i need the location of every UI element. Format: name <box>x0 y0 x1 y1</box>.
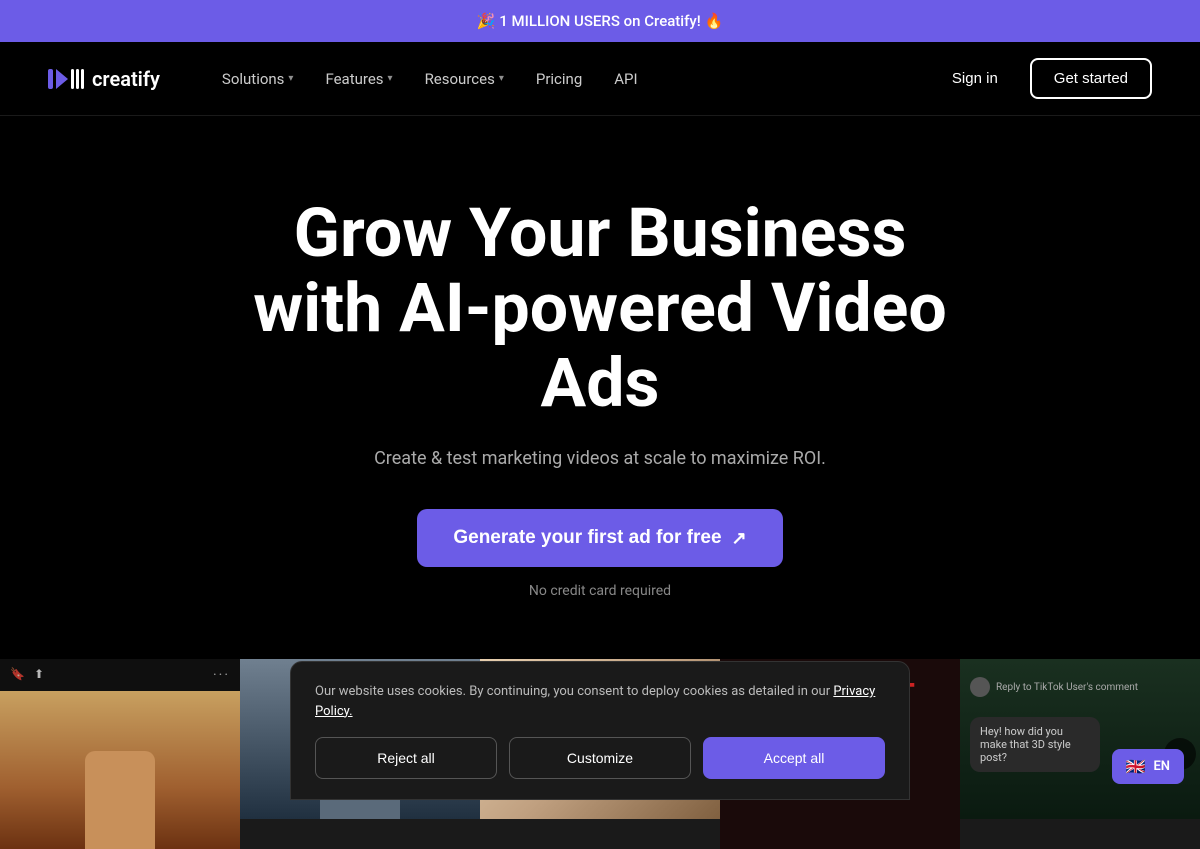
language-code: EN <box>1153 759 1170 774</box>
sign-in-button[interactable]: Sign in <box>936 62 1014 95</box>
solutions-chevron-icon: ▾ <box>288 73 293 84</box>
nav-features[interactable]: Features ▾ <box>311 62 406 96</box>
hero-section: Grow Your Business with AI-powered Video… <box>0 116 1200 659</box>
logo-icon <box>48 65 84 93</box>
card-topbar-1: 🔖 ⬆ ··· <box>0 659 240 691</box>
cookie-buttons: Reject all Customize Accept all <box>315 737 885 779</box>
card-icons-1: 🔖 ⬆ <box>10 667 50 683</box>
navbar: creatify Solutions ▾ Features ▾ Resource… <box>0 42 1200 116</box>
language-selector[interactable]: 🇬🇧 EN <box>1112 749 1184 784</box>
nav-resources[interactable]: Resources ▾ <box>411 62 518 96</box>
logo-link[interactable]: creatify <box>48 65 160 93</box>
nav-links: Solutions ▾ Features ▾ Resources ▾ Prici… <box>208 62 936 96</box>
logo-text: creatify <box>92 67 160 91</box>
bookmark-icon: 🔖 <box>10 667 26 683</box>
arrow-icon: ↗ <box>732 528 747 549</box>
features-chevron-icon: ▾ <box>388 73 393 84</box>
hero-title: Grow Your Business with AI-powered Video… <box>190 196 1010 420</box>
share-icon: ⬆ <box>34 667 50 683</box>
no-credit-text: No credit card required <box>529 583 671 599</box>
cta-generate-button[interactable]: Generate your first ad for free ↗ <box>417 509 782 567</box>
nav-api[interactable]: API <box>600 62 651 96</box>
video-card-1: 🔖 ⬆ ··· <box>0 659 240 849</box>
flag-icon: 🇬🇧 <box>1126 757 1146 776</box>
resources-chevron-icon: ▾ <box>499 73 504 84</box>
card5-visual: Reply to TikTok User's comment Hey! how … <box>960 659 1200 819</box>
customize-button[interactable]: Customize <box>509 737 691 779</box>
hero-subtitle: Create & test marketing videos at scale … <box>374 448 826 469</box>
chat-avatar <box>970 677 990 697</box>
announcement-banner: 🎉 1 MILLION USERS on Creatify! 🔥 <box>0 0 1200 42</box>
reject-all-button[interactable]: Reject all <box>315 737 497 779</box>
card1-visual <box>0 691 240 849</box>
get-started-nav-button[interactable]: Get started <box>1030 58 1152 99</box>
nav-actions: Sign in Get started <box>936 58 1152 99</box>
cookie-text: Our website uses cookies. By continuing,… <box>315 682 885 721</box>
chat-reply-text: Reply to TikTok User's comment <box>996 682 1138 693</box>
banner-text: 🎉 1 MILLION USERS on Creatify! 🔥 <box>477 12 723 30</box>
accept-all-button[interactable]: Accept all <box>703 737 885 779</box>
nav-pricing[interactable]: Pricing <box>522 62 596 96</box>
chat-bubble: Hey! how did you make that 3D style post… <box>970 717 1100 772</box>
more-icon: ··· <box>213 667 230 683</box>
nav-solutions[interactable]: Solutions ▾ <box>208 62 308 96</box>
person-figure-1 <box>85 751 155 849</box>
cookie-banner: Our website uses cookies. By continuing,… <box>290 661 910 800</box>
